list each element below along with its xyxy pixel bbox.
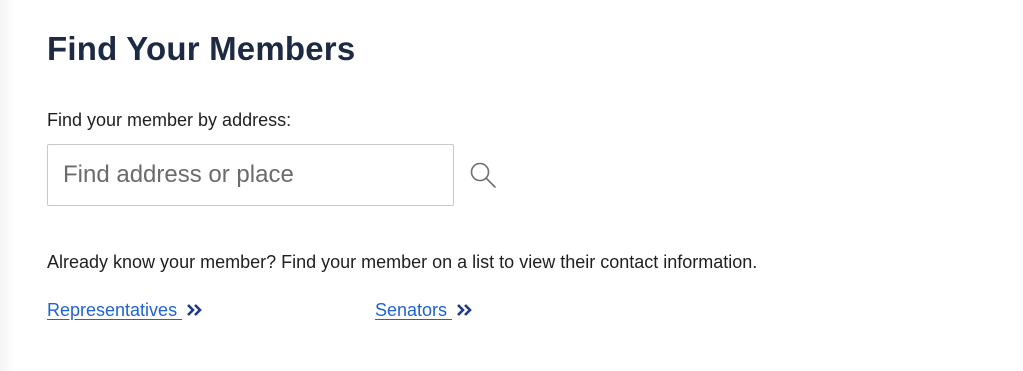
- page-title: Find Your Members: [47, 30, 356, 67]
- senators-link[interactable]: Senators: [375, 300, 474, 321]
- representatives-link-label: Representatives: [47, 300, 183, 320]
- left-edge-shadow: [0, 0, 14, 371]
- representatives-link[interactable]: Representatives: [47, 300, 204, 321]
- search-button[interactable]: [454, 144, 512, 206]
- list-lookup-prompt: Already know your member? Find your memb…: [47, 252, 758, 272]
- address-search-row: [47, 144, 512, 206]
- address-search-input[interactable]: [47, 144, 454, 206]
- senators-link-label: Senators: [375, 300, 453, 320]
- double-chevron-right-icon: [456, 300, 474, 321]
- find-members-panel: Find Your Members Find your member by ad…: [0, 0, 1023, 371]
- search-icon: [470, 162, 496, 188]
- double-chevron-right-icon: [186, 300, 204, 321]
- address-search-label: Find your member by address:: [47, 110, 292, 130]
